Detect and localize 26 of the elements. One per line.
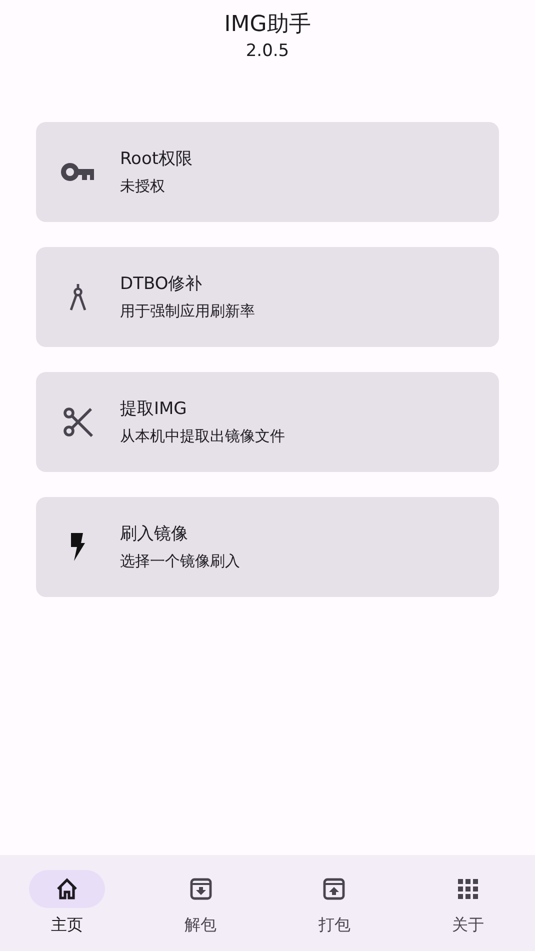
home-icon xyxy=(56,878,78,900)
app-title: IMG助手 xyxy=(224,11,311,39)
card-subtitle: 用于强制应用刷新率 xyxy=(120,301,255,322)
apps-icon xyxy=(458,879,478,899)
scissors-icon xyxy=(62,406,94,438)
card-subtitle: 未授权 xyxy=(120,176,166,197)
card-title: 刷入镜像 xyxy=(120,523,189,546)
feature-card[interactable]: Root权限 未授权 xyxy=(36,122,499,222)
nav-tab[interactable]: 关于 xyxy=(401,855,535,951)
version-text: 2.0.5 xyxy=(246,40,290,62)
feature-card[interactable]: DTBO修补 用于强制应用刷新率 xyxy=(36,247,499,347)
flash-icon xyxy=(70,532,86,562)
key-icon xyxy=(61,162,95,182)
archive-up-icon xyxy=(323,878,346,900)
card-title: 提取IMG xyxy=(120,398,188,421)
card-subtitle: 选择一个镜像刷入 xyxy=(120,551,240,572)
card-subtitle: 从本机中提取出镜像文件 xyxy=(120,426,285,447)
nav-tab[interactable]: 主页 xyxy=(0,855,134,951)
card-title: Root权限 xyxy=(120,148,193,171)
archive-down-icon xyxy=(190,878,212,900)
feature-card[interactable]: 刷入镜像 选择一个镜像刷入 xyxy=(36,497,499,597)
nav-tab[interactable]: 解包 xyxy=(134,855,268,951)
nav-tab[interactable]: 打包 xyxy=(268,855,402,951)
feature-card[interactable]: 提取IMG 从本机中提取出镜像文件 xyxy=(36,372,499,472)
compass-icon xyxy=(69,283,87,311)
card-title: DTBO修补 xyxy=(120,273,204,296)
